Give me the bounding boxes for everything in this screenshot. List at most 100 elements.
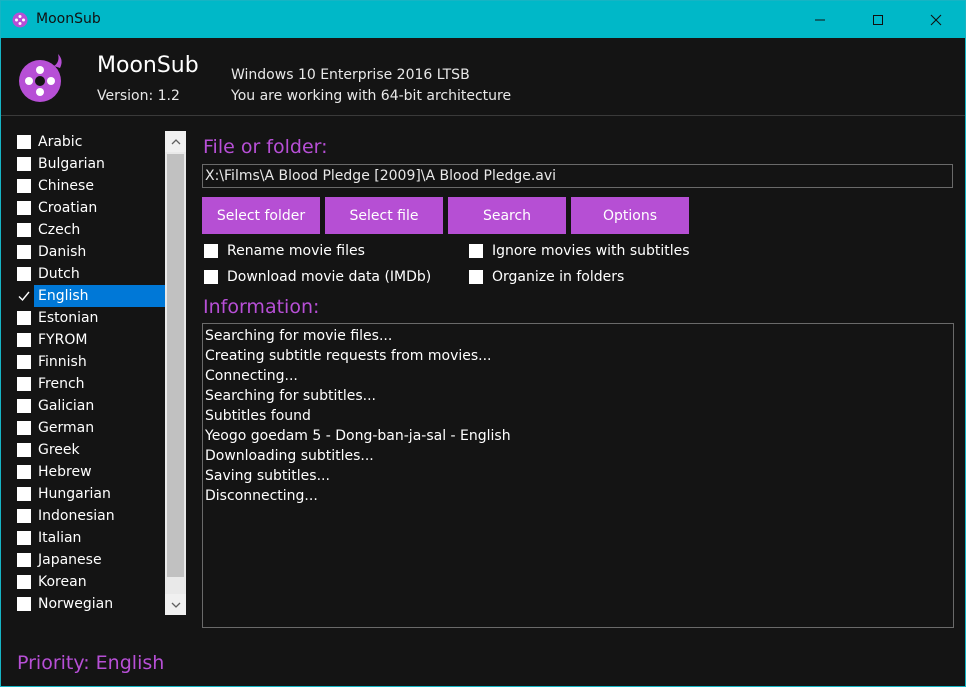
language-label: Czech	[38, 222, 81, 238]
log-line: Searching for subtitles...	[205, 388, 376, 404]
language-checkbox[interactable]	[17, 135, 31, 149]
language-checkbox[interactable]	[17, 333, 31, 347]
language-checkbox[interactable]	[17, 201, 31, 215]
minimize-button[interactable]	[791, 1, 849, 38]
language-checkbox[interactable]	[17, 157, 31, 171]
language-label: Norwegian	[38, 596, 114, 612]
language-item[interactable]: Finnish	[12, 351, 165, 373]
log-line: Subtitles found	[205, 408, 311, 424]
language-checkbox[interactable]	[17, 311, 31, 325]
language-checkbox[interactable]	[17, 355, 31, 369]
close-icon	[930, 14, 942, 25]
language-checkbox[interactable]	[17, 267, 31, 281]
language-item[interactable]: Croatian	[12, 197, 165, 219]
search-button[interactable]: Search	[448, 197, 566, 234]
language-item[interactable]: Arabic	[12, 131, 165, 153]
chevron-up-icon	[171, 138, 180, 144]
header-divider	[1, 115, 965, 116]
language-label: Danish	[38, 244, 87, 260]
window-title: MoonSub	[36, 11, 101, 27]
organize-in-folders-checkbox[interactable]	[469, 270, 483, 284]
language-item[interactable]: Hebrew	[12, 461, 165, 483]
language-checkbox[interactable]	[17, 597, 31, 611]
close-button[interactable]	[907, 1, 965, 38]
language-item[interactable]: Italian	[12, 527, 165, 549]
language-checkbox[interactable]	[17, 289, 31, 303]
language-item[interactable]: FYROM	[12, 329, 165, 351]
language-item[interactable]: Bulgarian	[12, 153, 165, 175]
log-line: Disconnecting...	[205, 488, 318, 504]
moonsub-logo-icon	[19, 54, 62, 102]
log-line: Creating subtitle requests from movies..…	[205, 348, 492, 364]
download-imdb-label: Download movie data (IMDb)	[227, 269, 432, 285]
language-item[interactable]: German	[12, 417, 165, 439]
ignore-with-subtitles-label: Ignore movies with subtitles	[492, 243, 690, 259]
checkmark-icon	[18, 291, 30, 302]
log-lines: Searching for movie files... Creating sub…	[205, 326, 511, 506]
language-list[interactable]: Arabic Bulgarian Chinese Croatian Czech Danis…	[12, 131, 186, 615]
language-item[interactable]: French	[12, 373, 165, 395]
language-label: Japanese	[38, 552, 102, 568]
options-button[interactable]: Options	[571, 197, 689, 234]
scroll-down-button[interactable]	[165, 594, 186, 615]
language-item[interactable]: Japanese	[12, 549, 165, 571]
language-checkbox[interactable]	[17, 487, 31, 501]
language-label: Korean	[38, 574, 87, 590]
select-folder-button[interactable]: Select folder	[202, 197, 320, 234]
language-label: Galician	[38, 398, 95, 414]
os-info: Windows 10 Enterprise 2016 LTSB	[231, 67, 470, 83]
language-checkbox[interactable]	[17, 575, 31, 589]
language-item[interactable]: Hungarian	[12, 483, 165, 505]
language-checkbox[interactable]	[17, 377, 31, 391]
language-item[interactable]: Indonesian	[12, 505, 165, 527]
language-label: Estonian	[38, 310, 99, 326]
language-item[interactable]: Galician	[12, 395, 165, 417]
language-item[interactable]: English	[12, 285, 165, 307]
language-item[interactable]: Estonian	[12, 307, 165, 329]
language-label: Greek	[38, 442, 80, 458]
download-imdb-checkbox[interactable]	[204, 270, 218, 284]
language-item[interactable]: Czech	[12, 219, 165, 241]
title-bar[interactable]: MoonSub	[1, 1, 965, 38]
log-line: Searching for movie files...	[205, 328, 393, 344]
language-checkbox[interactable]	[17, 245, 31, 259]
language-checkbox[interactable]	[17, 399, 31, 413]
organize-in-folders-label: Organize in folders	[492, 269, 625, 285]
language-checkbox[interactable]	[17, 179, 31, 193]
language-label: English	[34, 285, 165, 307]
maximize-button[interactable]	[849, 1, 907, 38]
language-checkbox[interactable]	[17, 223, 31, 237]
log-line: Downloading subtitles...	[205, 448, 374, 464]
scroll-thumb[interactable]	[167, 154, 184, 577]
language-item[interactable]: Danish	[12, 241, 165, 263]
language-label: FYROM	[38, 332, 88, 348]
language-checkbox[interactable]	[17, 421, 31, 435]
language-item[interactable]: Chinese	[12, 175, 165, 197]
language-label: Italian	[38, 530, 82, 546]
language-item[interactable]: Greek	[12, 439, 165, 461]
language-list-scrollbar[interactable]	[165, 131, 186, 615]
language-item[interactable]: Norwegian	[12, 593, 165, 615]
file-path-input[interactable]	[202, 164, 953, 188]
priority-label: Priority: English	[17, 652, 165, 674]
ignore-with-subtitles-checkbox[interactable]	[469, 244, 483, 258]
scroll-up-button[interactable]	[165, 131, 186, 152]
language-item[interactable]: Korean	[12, 571, 165, 593]
language-checkbox[interactable]	[17, 531, 31, 545]
language-checkbox[interactable]	[17, 443, 31, 457]
language-label: Bulgarian	[38, 156, 105, 172]
language-label: Croatian	[38, 200, 98, 216]
architecture-info: You are working with 64-bit architecture	[231, 88, 512, 104]
language-checkbox[interactable]	[17, 465, 31, 479]
language-checkbox[interactable]	[17, 553, 31, 567]
language-item[interactable]: Dutch	[12, 263, 165, 285]
minimize-icon	[815, 19, 825, 20]
select-file-button[interactable]: Select file	[325, 197, 443, 234]
rename-movie-files-checkbox[interactable]	[204, 244, 218, 258]
language-label: French	[38, 376, 85, 392]
maximize-icon	[873, 14, 883, 25]
information-label: Information:	[203, 296, 320, 318]
information-log[interactable]: Searching for movie files... Creating sub…	[202, 323, 954, 628]
language-checkbox[interactable]	[17, 509, 31, 523]
rename-movie-files-label: Rename movie files	[227, 243, 365, 259]
